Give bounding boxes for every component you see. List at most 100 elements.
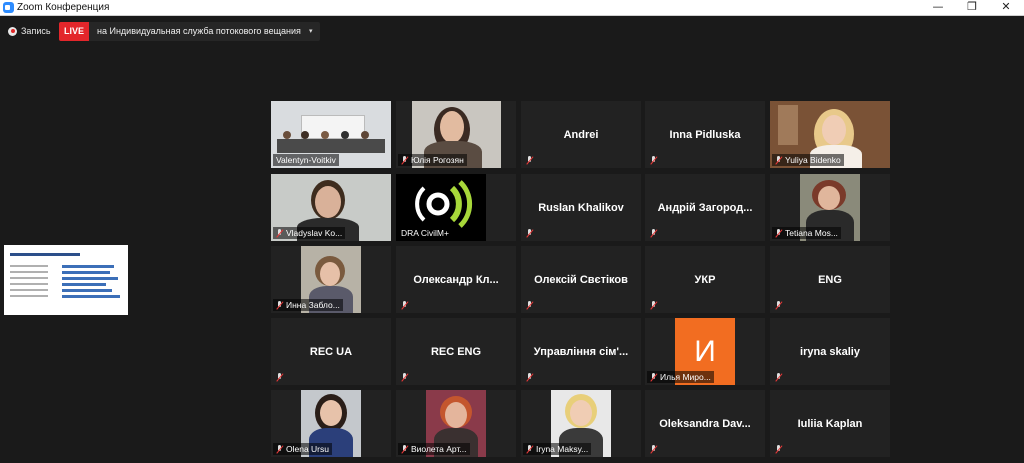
participant-name-text: Yuliya Bidenko [785,155,841,165]
participant-tile[interactable]: DRA CivilM+ [396,174,516,241]
participant-tile[interactable]: Inna Pidluska [645,101,765,168]
participant-tile[interactable]: Tetiana Mos... [770,174,890,241]
muted-mic-icon [526,300,533,310]
participant-tile[interactable]: И Илья Миро... [645,318,765,385]
thumb-bar [62,271,110,274]
participant-mute-status [523,154,539,166]
participant-tile[interactable]: Andrei [521,101,641,168]
muted-mic-icon [650,155,657,165]
participant-tile[interactable]: ENG [770,246,890,313]
video-face [445,402,467,428]
muted-mic-icon [775,300,782,310]
participant-mute-status [772,443,788,455]
participant-name-text: DRA CivilM+ [401,228,449,238]
participant-tile[interactable]: Олексій Свєтіков [521,246,641,313]
participant-tile[interactable]: Valentyn-Voitkiv [271,101,391,168]
participant-tile[interactable]: Iuliia Kaplan [770,390,890,457]
participant-tile[interactable]: Iryna Maksy... [521,390,641,457]
participant-tile[interactable]: Инна Забло... [271,246,391,313]
muted-mic-icon [526,155,533,165]
muted-mic-icon [650,372,657,382]
video-face [320,262,340,286]
participant-mute-status [647,227,663,239]
participant-display-name: Управління сім'... [533,345,629,358]
muted-mic-icon [775,228,782,238]
video-face [320,400,342,426]
participant-tile[interactable]: Olena Ursu [271,390,391,457]
muted-mic-icon [276,372,283,382]
participant-name-text: Илья Миро... [660,372,711,382]
participant-mute-status [398,371,414,383]
participant-name-text: Olena Ursu [286,444,329,454]
participant-tile[interactable]: Vladyslav Ko... [271,174,391,241]
participant-mute-status [772,371,788,383]
participant-name-text: Tetiana Mos... [785,228,838,238]
video-person [341,131,349,139]
video-person [361,131,369,139]
participant-name-text: Iryna Maksy... [536,444,589,454]
video-face [570,400,592,426]
participant-mute-status [647,154,663,166]
thumb-row-label [10,283,48,285]
participant-display-name: Iuliia Kaplan [797,417,863,430]
title-bar: Zoom Конференция — ❐ ✕ [0,0,1024,16]
record-icon [8,26,17,36]
participant-tile[interactable]: Виолета Арт... [396,390,516,457]
recording-label: Запись [21,26,51,36]
muted-mic-icon [276,228,283,238]
chevron-down-icon[interactable]: ▾ [309,22,313,41]
muted-mic-icon [526,372,533,382]
muted-mic-icon [650,300,657,310]
shared-screen-title-bar [10,253,80,256]
muted-mic-icon [775,372,782,382]
live-stream-label: на Индивидуальная служба потокового веща… [97,26,301,36]
participant-tile[interactable]: Олександр Кл... [396,246,516,313]
participant-tile[interactable]: Oleksandra Dav... [645,390,765,457]
video-face [822,115,846,145]
participant-display-name: iryna skaliy [800,345,860,358]
restore-button[interactable]: ❐ [955,0,989,15]
muted-mic-icon [401,372,408,382]
participant-tile[interactable]: Андрій Загород... [645,174,765,241]
participant-name: Илья Миро... [647,371,714,383]
participant-mute-status [647,299,663,311]
participant-display-name: Inna Pidluska [669,128,741,141]
participant-display-name: REC ENG [430,345,482,358]
participant-tile[interactable]: УКР [645,246,765,313]
participant-name-text: Виолета Арт... [411,444,467,454]
participant-tile[interactable]: iryna skaliy [770,318,890,385]
participant-display-name: Andrei [563,128,599,141]
live-badge: LIVE [59,22,89,41]
participant-name: Виолета Арт... [398,443,470,455]
shared-screen-thumbnail[interactable] [4,245,128,315]
participant-display-name: Олексій Свєтіков [534,273,628,286]
thumb-row-label [10,277,48,279]
recording-indicator[interactable]: Запись [8,25,51,37]
participant-tile[interactable]: REC UA [271,318,391,385]
video-person [283,131,291,139]
participant-tile[interactable]: Yuliya Bidenko [770,101,890,168]
muted-mic-icon [650,228,657,238]
video-person [301,131,309,139]
participant-tile[interactable]: Ruslan Khalikov [521,174,641,241]
participant-tile[interactable]: Юлія Рогозян [396,101,516,168]
participant-name-text: Юлія Рогозян [411,155,464,165]
participant-mute-status [273,371,289,383]
muted-mic-icon [401,155,408,165]
muted-mic-icon [775,155,782,165]
video-face [315,186,341,218]
zoom-app-icon [3,2,14,13]
thumb-bar [62,283,106,286]
minimize-button[interactable]: — [921,0,955,15]
participant-name: DRA CivilM+ [398,227,452,239]
muted-mic-icon [775,444,782,454]
thumb-bar [62,265,114,268]
participant-tile[interactable]: Управління сім'... [521,318,641,385]
video-shelf [778,105,798,145]
participant-name-text: Valentyn-Voitkiv [276,155,336,165]
participant-tile[interactable]: REC ENG [396,318,516,385]
thumb-bar [62,295,120,298]
muted-mic-icon [401,444,408,454]
muted-mic-icon [276,300,283,310]
close-button[interactable]: ✕ [989,0,1023,15]
